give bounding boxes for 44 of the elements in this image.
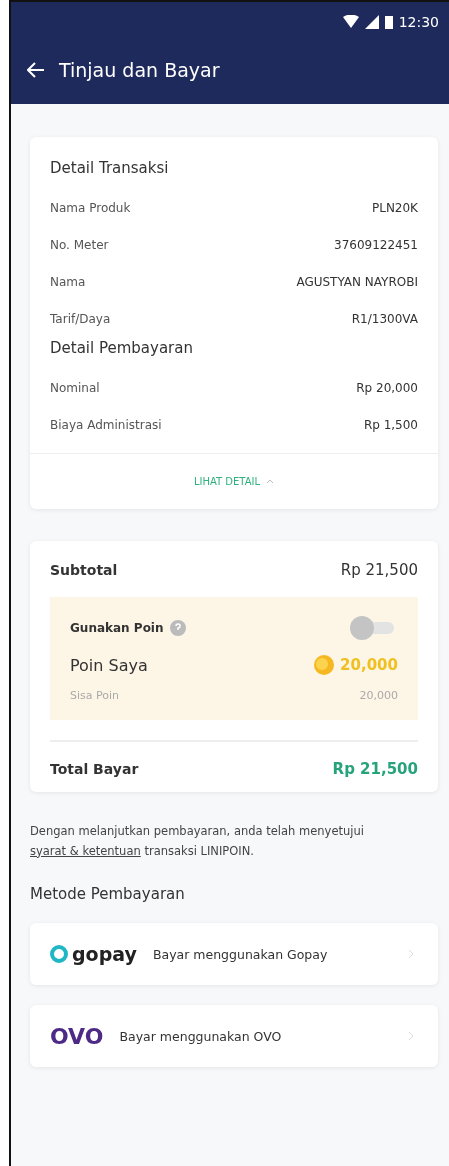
remaining-points-label: Sisa Poin: [70, 689, 119, 702]
payment-method-item[interactable]: OVO Bayar menggunakan OVO: [30, 1005, 438, 1068]
wifi-icon: [342, 15, 359, 29]
detail-value: R1/1300VA: [351, 311, 418, 326]
battery-icon: [384, 15, 393, 29]
terms-text: Dengan melanjutkan pembayaran, anda telah menyetujui syarat & ketentuan transaksi LINIPOIN.: [30, 823, 365, 860]
terms-link[interactable]: syarat & ketentuan: [30, 843, 141, 858]
total-label: Total Bayar: [50, 761, 139, 777]
section-title: Detail Transaksi: [50, 159, 170, 177]
back-arrow-icon: [27, 62, 45, 78]
back-button[interactable]: [27, 62, 45, 78]
detail-label: Nama: [50, 274, 86, 289]
help-icon[interactable]: [169, 620, 186, 636]
chevron-right-icon: [408, 949, 414, 960]
total-value: Rp 21,500: [332, 760, 418, 778]
detail-label: No. Meter: [50, 237, 109, 252]
chevron-right-icon: [408, 1031, 414, 1042]
my-points-label: Poin Saya: [70, 655, 148, 675]
payment-method-label: Bayar menggunakan OVO: [119, 1028, 283, 1044]
detail-value: 37609122451: [334, 237, 418, 252]
subtotal-value: Rp 21,500: [340, 561, 418, 579]
detail-value: AGUSTYAN NAYROBI: [296, 274, 418, 289]
signal-icon: [364, 15, 379, 29]
payment-method-item[interactable]: gopay Bayar menggunakan Gopay: [30, 923, 438, 986]
coin-icon: [314, 655, 335, 675]
payment-method-label: Bayar menggunakan Gopay: [152, 946, 329, 962]
my-points-value: 20,000: [340, 656, 398, 674]
section-title: Metode Pembayaran: [30, 885, 186, 904]
detail-value: PLN20K: [371, 200, 418, 215]
brand-logo: OVO: [50, 1023, 104, 1049]
brand-logo: gopay: [50, 943, 137, 966]
section-title: Detail Pembayaran: [50, 339, 194, 357]
detail-value: Rp 1,500: [363, 417, 418, 432]
screen-title: Tinjau dan Bayar: [59, 59, 220, 81]
subtotal-label: Subtotal: [50, 562, 118, 578]
use-points-label: Gunakan Poin: [70, 621, 164, 635]
detail-value: Rp 20,000: [356, 380, 418, 395]
detail-label: Nama Produk: [50, 200, 131, 215]
caret-icon: [266, 479, 275, 484]
detail-label: Biaya Administrasi: [50, 417, 162, 432]
remaining-points-value: 20,000: [359, 689, 398, 702]
detail-label: Tarif/Daya: [50, 311, 111, 326]
detail-label: Nominal: [50, 380, 100, 395]
status-time: 12:30: [398, 14, 439, 30]
